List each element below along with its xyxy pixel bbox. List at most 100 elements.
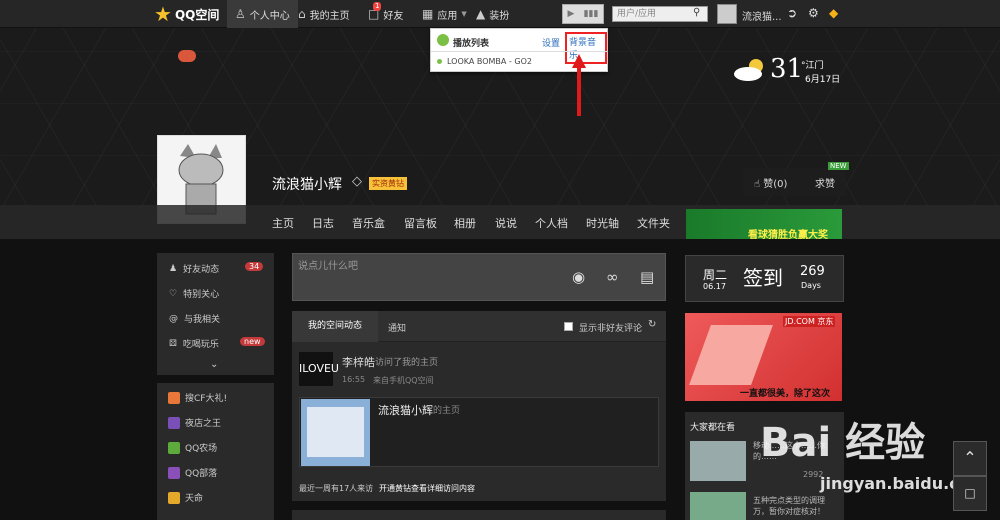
chevron-down-icon: ▼ [461,10,467,18]
app-label: 搜CF大礼! [185,394,228,404]
sidebar-item-special-care[interactable]: ♡ 特别关心 [169,287,219,301]
sidebar-item-label: 好友动态 [183,265,220,275]
link-icon[interactable]: ∞ [606,268,619,286]
tab-home[interactable]: 主页 [272,215,294,231]
tab-folder[interactable]: 文件夹 [637,215,670,231]
sidebar-item-related-to-me[interactable]: @ 与我相关 [169,312,220,326]
tab-blog[interactable]: 日志 [312,215,334,231]
avatar[interactable] [717,4,737,24]
show-nonfriend-checkbox[interactable] [564,322,573,331]
like-label: 赞(0) [763,179,788,190]
like-button[interactable]: ☝ 赞(0) [754,175,787,190]
tab-my-feed[interactable]: 我的空间动态 [292,311,378,342]
playing-dot-icon [437,59,442,64]
nav-friends[interactable]: □ 1 好友 [360,0,411,28]
feed-next [292,510,666,520]
signin-count: 269 [800,264,825,279]
signin-button[interactable]: 签到 [743,262,783,291]
card-subtitle: 的主页 [433,406,461,416]
dice-icon: ⚄ [169,338,177,349]
app-fate-icon [168,491,180,504]
tab-shuoshuo[interactable]: 说说 [495,215,517,231]
nav-label: 好友 [383,10,404,22]
count-badge: 34 [245,262,264,271]
playlist-song[interactable]: LOOKA BOMBA - GO2 [447,57,532,66]
play-icon[interactable]: ▶ [568,9,575,19]
feed-username[interactable]: 李梓皓 [342,354,375,370]
calendar-icon[interactable]: ▤ [640,268,654,286]
app-label: 夜店之王 [185,419,222,429]
refresh-icon[interactable]: ↻ [648,319,656,330]
partly-cloudy-icon [734,59,763,81]
tab-album[interactable]: 相册 [454,215,476,231]
feed-action: 访问了我的主页 [375,358,439,368]
diamond-icon[interactable]: ◆ [829,6,838,20]
tab-profile[interactable]: 个人档 [535,215,568,231]
ask-like-button[interactable]: 求赞 [815,175,835,190]
app-tribe-icon [168,466,180,479]
nav-apps[interactable]: ▦ 应用 ▼ [414,0,475,28]
feed-source: 来自手机QQ空间 [373,376,434,385]
scroll-top-button[interactable]: ⌃ [953,441,987,476]
playlist-title: 播放列表 [453,39,490,49]
nav-my-homepage[interactable]: ⌂ 我的主页 [290,0,358,28]
nav-decorate[interactable]: ▲ 装扮 [468,0,517,28]
home-icon: ⌂ [298,7,306,21]
person-icon: ♙ [235,7,246,21]
vip-badge[interactable]: 实资黄钻 [369,177,407,190]
signin-weekday: 周二 [703,268,728,282]
baidu-watermark: Bai 经验 [760,420,926,466]
sidebar-item-friend-feed[interactable]: ♟ 好友动态 [169,262,220,276]
tab-music[interactable]: 音乐盒 [352,215,385,231]
app-label: 天命 [185,494,204,504]
jd-slogan: 一直都很美，除了这次 [740,389,831,399]
tab-timeline[interactable]: 时光轴 [586,215,619,231]
others-item[interactable]: 五种完点类型的调理万，暂你对症核对！ [753,495,837,517]
new-badge: NEW [828,162,849,170]
app-item[interactable]: QQ部落 [168,466,217,479]
playlist-settings-link[interactable]: 设置 [542,36,560,49]
nav-label: 应用 [437,10,458,22]
vip-diamond-icon[interactable]: ◇ [352,174,362,189]
top-username[interactable]: 流浪猫... [742,8,782,23]
music-player-control[interactable]: ▶ ▮▮▮ [562,4,604,24]
app-item[interactable]: 天命 [168,491,203,504]
profile-username[interactable]: 流浪猫小辉 [272,174,342,194]
temperature: 31 [770,54,804,84]
sidebar-item-label: 吃喝玩乐 [182,340,219,350]
feed-avatar[interactable]: ILOVEU [299,352,339,386]
app-item[interactable]: 夜店之王 [168,416,221,429]
card-thumbnail-inner [307,407,364,457]
music-logo-icon [437,34,449,46]
upgrade-link[interactable]: 开通黄钻查看详细访问内容 [379,483,475,494]
tab-notice[interactable]: 通知 [388,321,406,334]
logout-icon[interactable]: ➲ [787,6,797,20]
nav-label: 个人中心 [249,10,290,22]
card-title[interactable]: 流浪猫小辉 [378,402,433,418]
qzone-logo[interactable]: ★ QQ空间 [154,3,219,25]
others-thumb[interactable] [690,492,746,520]
shirt-icon: ▲ [476,7,486,21]
gear-icon[interactable]: ⚙ [808,6,819,20]
app-item[interactable]: 搜CF大礼! [168,391,227,404]
post-placeholder[interactable]: 说点儿什么吧 [298,257,358,272]
chevron-down-icon[interactable]: ⌄ [210,359,218,370]
tab-guestbook[interactable]: 留言板 [404,215,437,231]
app-cf-icon [168,391,180,404]
new-badge: new [240,337,265,346]
search-icon[interactable]: ⚲ [693,7,700,18]
volume-bars-icon[interactable]: ▮▮▮ [584,9,599,19]
app-label: QQ部落 [185,469,218,479]
window-icon: □ [964,486,976,500]
others-thumb[interactable] [690,441,746,481]
temperature-unit-city: °江门 [801,61,824,71]
app-item[interactable]: QQ农场 [168,441,217,454]
nav-personal-center[interactable]: ♙ 个人中心 [227,0,298,28]
feedback-button[interactable]: □ [953,476,987,511]
sidebar-item-food-fun[interactable]: ⚄ 吃喝玩乐 [169,337,219,351]
friends-icon: □ 1 [368,2,382,21]
logo-text: QQ空间 [174,7,220,22]
red-arrow-annotation [572,54,586,116]
thumbs-up-icon: ☝ [754,179,761,190]
camera-icon[interactable]: ◉ [572,268,585,286]
